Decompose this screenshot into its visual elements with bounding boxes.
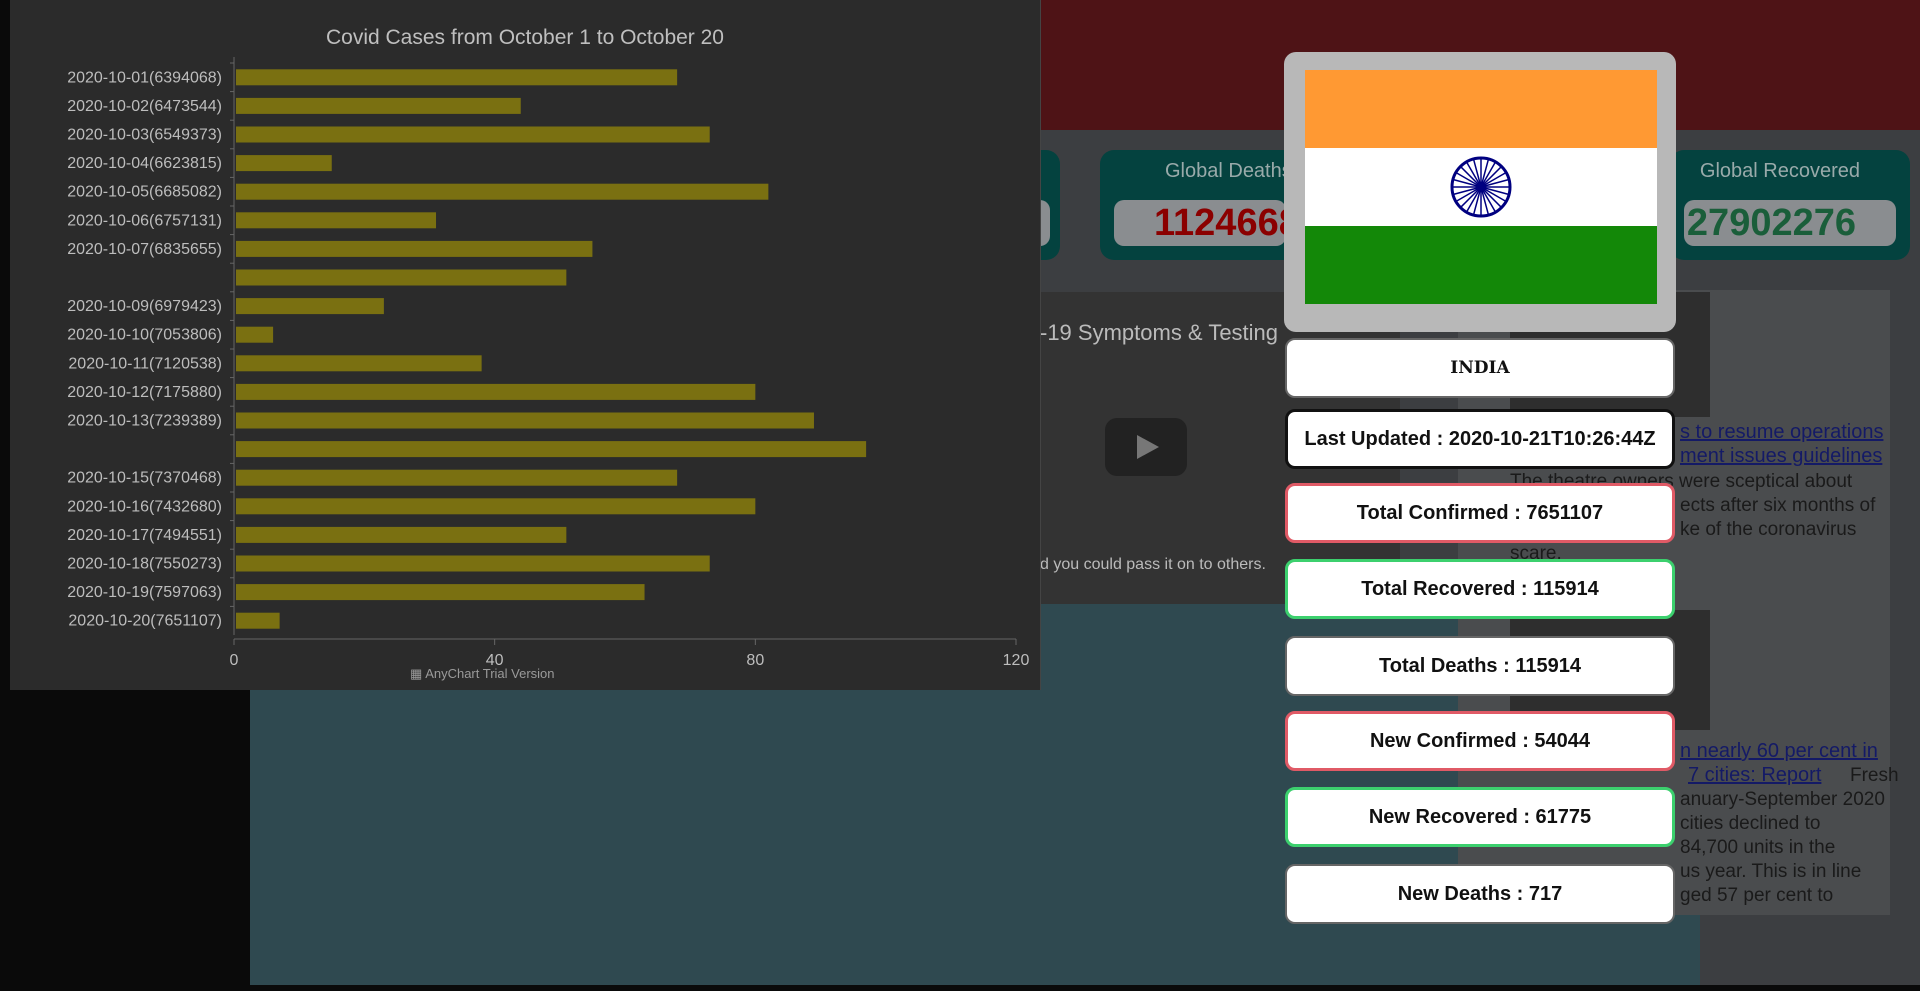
play-button[interactable] [1105,418,1187,476]
bar[interactable] [236,97,521,114]
bar[interactable] [236,212,437,229]
bar[interactable] [236,326,274,343]
global-recovered-value: 27902276 [1684,200,1896,246]
video-title: -19 Symptoms & Testing [1040,320,1279,345]
global-deaths-value: 1124668 [1114,200,1300,246]
chart-watermark: ▦ AnyChart Trial Version [410,666,555,681]
global-deaths-card: Global Deaths 1124668 [1100,150,1300,260]
news-link[interactable]: n nearly 60 per cent in [1680,740,1878,763]
y-tick-label: 2020-10-19(7597063) [67,584,222,601]
video-caption: d you could pass it on to others. [1040,556,1266,573]
bar[interactable] [236,355,482,372]
y-tick-label: 2020-10-18(7550273) [67,556,222,573]
x-tick-label: 80 [746,652,764,669]
country-name: INDIA [1450,358,1510,378]
news-link-line2[interactable]: 7 cities: Report [1688,764,1821,787]
total-confirmed: Total Confirmed : 7651107 [1356,501,1604,524]
bar[interactable] [236,469,678,486]
bar[interactable] [236,155,332,172]
global-recovered-title: Global Recovered [1699,160,1860,182]
y-tick-label: 2020-10-15(7370468) [67,470,222,487]
new-confirmed: New Confirmed : 54044 [1369,729,1591,752]
country-name-card: INDIA [1285,338,1675,398]
y-tick-label: 2020-10-02(6473544) [67,98,222,115]
y-tick-label: 2020-10-04(6623815) [67,155,222,172]
x-tick-label: 0 [230,652,239,669]
new-recovered: New Recovered : 61775 [1368,805,1592,828]
news-link-line2[interactable]: ment issues guidelines [1680,445,1882,468]
bar[interactable] [236,383,756,400]
global-recovered-card: Global Recovered 27902276 [1670,150,1910,260]
y-tick-label: 2020-10-17(7494551) [67,527,222,544]
total-deaths-card: Total Deaths : 115914 [1285,636,1675,696]
new-deaths: New Deaths : 717 [1397,882,1563,905]
y-tick-label: 2020-10-10(7053806) [67,327,222,344]
bar[interactable] [236,584,645,601]
bar[interactable] [236,555,710,572]
new-recovered-card: New Recovered : 61775 [1285,787,1675,847]
news-link[interactable]: s to resume operations [1680,421,1883,444]
bar[interactable] [236,498,756,515]
y-tick-label: 2020-10-05(6685082) [67,184,222,201]
bar[interactable] [236,269,567,286]
bar[interactable] [236,412,814,429]
y-tick-label: 2020-10-12(7175880) [67,384,222,401]
news-text: Fresh [1850,765,1899,786]
bar[interactable] [236,298,384,315]
india-flag [1305,70,1657,304]
total-confirmed-card: Total Confirmed : 7651107 [1285,483,1675,543]
new-confirmed-card: New Confirmed : 54044 [1285,711,1675,771]
total-recovered-card: Total Recovered : 115914 [1285,559,1675,619]
last-updated: Last Updated : 2020-10-21T10:26:44Z [1304,427,1656,450]
y-tick-label: 2020-10-11(7120538) [68,355,222,372]
flag-saffron-stripe [1305,70,1657,148]
new-deaths-card: New Deaths : 717 [1285,864,1675,924]
bar-chart: 2020-10-01(6394068) 2020-10-02(6473544) 20… [67,57,1030,669]
x-tick-label: 120 [1003,652,1030,669]
last-updated-card: Last Updated : 2020-10-21T10:26:44Z [1285,409,1675,469]
total-deaths: Total Deaths : 115914 [1379,654,1581,677]
bar[interactable] [236,240,593,257]
y-tick-label: 2020-10-16(7432680) [67,498,222,515]
bar[interactable] [236,126,710,143]
news-text-line6: ged 57 per cent to [1680,885,1834,906]
y-tick-label: 2020-10-20(7651107) [68,613,222,630]
bar[interactable] [236,526,567,543]
y-tick-label: 2020-10-06(6757131) [67,212,222,229]
flag-green-stripe [1305,226,1657,304]
news-text-line2: ects after six months of [1680,495,1876,516]
y-tick-label: 2020-10-03(6549373) [67,127,222,144]
bar[interactable] [236,441,867,458]
global-deaths-title: Global Deaths [1165,160,1292,182]
y-tick-label: 2020-10-13(7239389) [67,413,222,430]
chart-panel: Covid Cases from October 1 to October 20… [10,0,1041,690]
bar[interactable] [236,183,769,200]
news-text-line5: us year. This is in line [1680,861,1862,882]
news-text-line3: cities declined to [1680,813,1821,834]
y-tick-label: 2020-10-01(6394068) [67,69,222,86]
chart-watermark-text: AnyChart Trial Version [425,666,555,681]
y-tick-label: 2020-10-09(6979423) [67,298,222,315]
bar[interactable] [236,612,280,629]
news-text-line3: ke of the coronavirus [1680,519,1857,540]
ashoka-chakra-icon [1450,156,1512,218]
total-recovered: Total Recovered : 115914 [1361,577,1599,600]
news-text-line4: 84,700 units in the [1680,837,1836,858]
bar[interactable] [236,69,678,86]
news-text-line2: anuary-September 2020 [1680,789,1885,810]
y-tick-label: 2020-10-07(6835655) [67,241,222,258]
